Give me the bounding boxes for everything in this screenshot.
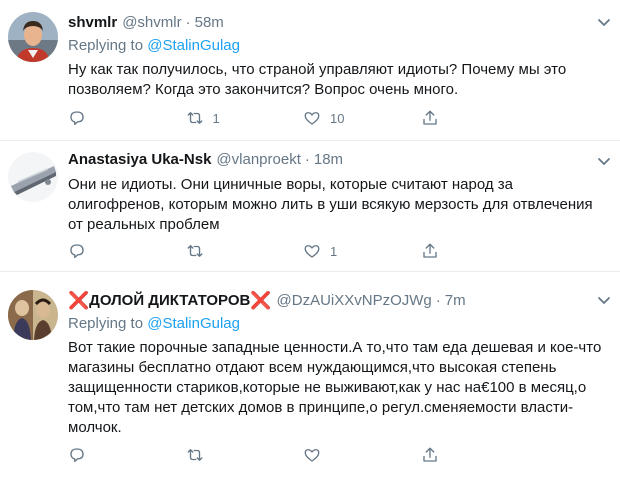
share-button[interactable] xyxy=(421,446,539,464)
reply-icon xyxy=(70,244,84,259)
tweet-text: Ну как так получилось, что страной управ… xyxy=(68,61,567,98)
user-handle[interactable]: @DzAUiXXvNPzOJWg xyxy=(277,291,432,311)
retweet-button[interactable] xyxy=(186,242,304,260)
separator-dot: · xyxy=(304,151,310,168)
tweet-actions: 1 xyxy=(68,242,538,260)
replying-to: Replying to @StalinGulag xyxy=(68,36,608,56)
like-icon xyxy=(304,449,320,462)
share-button[interactable] xyxy=(421,242,539,260)
timestamp[interactable]: 58m xyxy=(195,13,224,33)
like-button[interactable]: 10 xyxy=(303,109,421,127)
user-handle[interactable]: @vlanproekt xyxy=(216,150,300,170)
reply-icon xyxy=(70,111,84,126)
reply-icon xyxy=(70,448,84,463)
tweet-text: Вот такие порочные западные ценности.А т… xyxy=(68,339,602,436)
replying-to-link[interactable]: @StalinGulag xyxy=(147,315,240,332)
replying-prefix: Replying to xyxy=(68,37,148,54)
replying-to-link[interactable]: @StalinGulag xyxy=(147,37,240,54)
tweet-3[interactable]: ❌ ДОЛОЙ ДИКТАТОРОВ ❌ @DzAUiXXvNPzOJWg · … xyxy=(0,272,620,479)
like-count: 10 xyxy=(330,110,345,126)
tweet-actions xyxy=(68,446,538,464)
avatar[interactable] xyxy=(8,290,58,340)
retweet-icon xyxy=(187,245,202,257)
retweet-icon xyxy=(187,449,202,461)
separator-dot: · xyxy=(435,292,441,309)
display-name[interactable]: Anastasiya Uka-Nsk xyxy=(68,150,211,170)
cross-mark-icon: ❌ xyxy=(68,291,90,310)
user-handle[interactable]: @shvmlr xyxy=(122,13,181,33)
retweet-button[interactable] xyxy=(186,446,304,464)
display-name[interactable]: shvmlr xyxy=(68,13,117,33)
reply-button[interactable] xyxy=(68,242,186,260)
timestamp[interactable]: 18m xyxy=(314,150,343,170)
retweet-button[interactable]: 1 xyxy=(186,109,304,127)
tweet-header: shvmlr @shvmlr · 58m xyxy=(68,12,608,34)
retweet-icon xyxy=(187,112,202,124)
retweet-count: 1 xyxy=(212,110,220,126)
like-button[interactable] xyxy=(303,446,421,464)
tweet-text: Они не идиоты. Они циничные воры, которы… xyxy=(68,176,593,233)
share-icon xyxy=(422,447,437,462)
separator-dot: · xyxy=(185,14,191,31)
like-button[interactable]: 1 xyxy=(303,242,421,260)
replying-prefix: Replying to xyxy=(68,315,148,332)
replying-to: Replying to @StalinGulag xyxy=(68,314,608,334)
reply-button[interactable] xyxy=(68,446,186,464)
cross-mark-icon: ❌ xyxy=(250,291,272,310)
tweet-header: ❌ ДОЛОЙ ДИКТАТОРОВ ❌ @DzAUiXXvNPzOJWg · … xyxy=(68,290,608,312)
avatar[interactable] xyxy=(8,12,58,62)
avatar[interactable] xyxy=(8,152,58,202)
timestamp[interactable]: 7m xyxy=(445,291,466,311)
tweet-header: Anastasiya Uka-Nsk @vlanproekt · 18m xyxy=(68,149,608,171)
reply-button[interactable] xyxy=(68,109,186,127)
tweet-2[interactable]: Anastasiya Uka-Nsk @vlanproekt · 18m Они… xyxy=(0,141,620,272)
display-name[interactable]: ДОЛОЙ ДИКТАТОРОВ xyxy=(89,291,250,311)
tweet-actions: 1 10 xyxy=(68,109,538,127)
like-icon xyxy=(304,112,320,125)
tweet-1[interactable]: shvmlr @shvmlr · 58m Replying to @Stalin… xyxy=(0,0,620,141)
share-icon xyxy=(422,243,437,258)
share-icon xyxy=(422,110,437,125)
like-count: 1 xyxy=(330,243,338,259)
like-icon xyxy=(304,245,320,258)
share-button[interactable] xyxy=(421,109,539,127)
